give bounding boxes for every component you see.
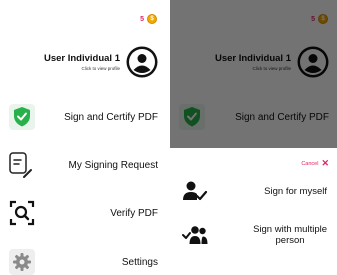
notification-badge[interactable]: 5 $ bbox=[140, 14, 157, 24]
menu-label: Verify PDF bbox=[110, 207, 158, 219]
scan-search-icon bbox=[8, 199, 36, 227]
action-sheet-screen: 5 $ User Individual 1 Click to view prof… bbox=[170, 0, 337, 275]
people-check-icon bbox=[182, 226, 208, 244]
shield-check-icon bbox=[8, 103, 36, 131]
close-icon: ✕ bbox=[321, 158, 329, 168]
menu-label: Settings bbox=[121, 256, 158, 268]
menu-item-settings[interactable]: Settings bbox=[0, 242, 166, 275]
option-label: Sign with multiple person bbox=[253, 224, 327, 246]
bottom-sheet: Cancel ✕ Sign for myself Sign with multi… bbox=[170, 148, 337, 275]
menu-item-sign-certify[interactable]: Sign and Certify PDF bbox=[0, 97, 166, 137]
menu-item-verify-pdf[interactable]: Verify PDF bbox=[0, 193, 166, 233]
option-label-line1: Sign with multiple bbox=[253, 224, 327, 235]
profile-header[interactable]: User Individual 1 Click to view profile bbox=[44, 46, 158, 78]
document-pen-icon bbox=[8, 151, 36, 179]
menu-label: My Signing Request bbox=[68, 159, 159, 171]
person-check-icon bbox=[183, 181, 208, 201]
option-sign-multiple[interactable]: Sign with multiple person bbox=[170, 218, 337, 252]
gear-icon bbox=[8, 248, 36, 275]
menu-item-signing-request[interactable]: My Signing Request bbox=[0, 145, 166, 185]
menu-screen: 5 $ User Individual 1 Click to view prof… bbox=[0, 0, 166, 275]
option-sign-myself[interactable]: Sign for myself bbox=[170, 174, 337, 208]
user-name: User Individual 1 bbox=[43, 53, 120, 64]
overlay-backdrop[interactable] bbox=[170, 0, 337, 148]
coin-icon: $ bbox=[147, 14, 157, 24]
avatar-icon[interactable] bbox=[126, 46, 158, 78]
badge-count: 5 bbox=[140, 15, 144, 23]
cancel-label: Cancel bbox=[301, 160, 319, 167]
cancel-button[interactable]: Cancel ✕ bbox=[301, 159, 329, 168]
menu-label: Sign and Certify PDF bbox=[64, 111, 158, 123]
option-label: Sign for myself bbox=[264, 185, 327, 197]
profile-hint: Click to view profile bbox=[81, 66, 120, 71]
option-label-line2: person bbox=[275, 235, 305, 246]
